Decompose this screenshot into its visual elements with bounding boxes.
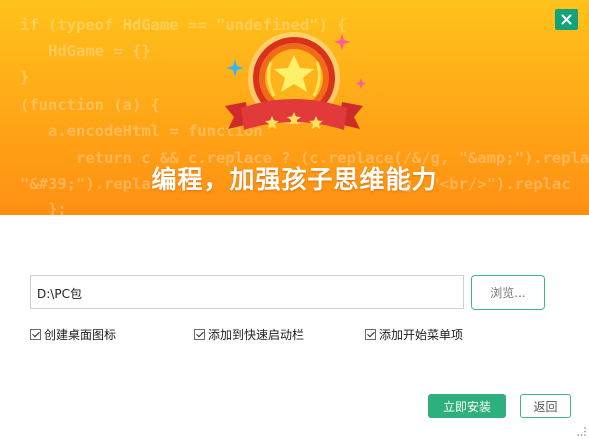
- option-label: 创建桌面图标: [44, 328, 117, 342]
- close-icon: [561, 14, 572, 25]
- header-banner: if (typeof HdGame == "undefined") { HdGa…: [0, 0, 589, 215]
- slogan-text: 编程，加强孩子思维能力: [151, 165, 438, 194]
- resize-grip-icon[interactable]: [577, 427, 587, 437]
- code-line: HdGame = {}: [20, 42, 151, 60]
- install-path-input[interactable]: [30, 275, 464, 309]
- install-now-button[interactable]: 立即安装: [428, 394, 506, 418]
- back-button[interactable]: 返回: [520, 394, 571, 418]
- star-medal-icon: [214, 26, 374, 146]
- option-label: 添加开始菜单项: [379, 328, 464, 342]
- code-line: (function (a) {: [20, 96, 160, 114]
- start-menu-option[interactable]: 添加开始菜单项: [365, 326, 463, 343]
- checkbox-checked[interactable]: [30, 329, 41, 340]
- close-button[interactable]: [555, 9, 578, 30]
- code-line: }: [20, 68, 30, 86]
- code-line: };: [20, 200, 67, 215]
- checkbox-checked[interactable]: [365, 329, 376, 340]
- checkbox-checked[interactable]: [194, 329, 205, 340]
- option-label: 添加到快速启动栏: [208, 328, 305, 342]
- desktop-icon-option[interactable]: 创建桌面图标: [30, 326, 116, 343]
- quick-launch-option[interactable]: 添加到快速启动栏: [194, 326, 304, 343]
- browse-button[interactable]: 浏览...: [471, 275, 545, 310]
